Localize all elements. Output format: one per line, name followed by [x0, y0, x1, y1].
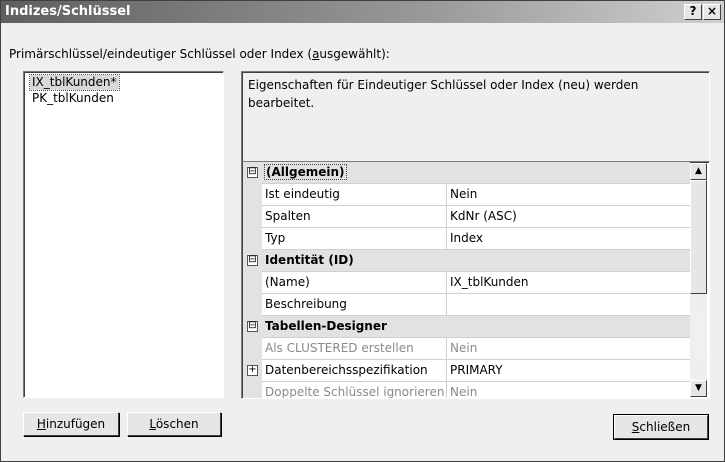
property-row-data-space[interactable]: + Datenbereichsspezifikation PRIMARY — [243, 360, 690, 382]
row-gutter — [243, 382, 262, 398]
index-list-label-pre: Primärschlüssel/eindeutiger Schlüssel od… — [9, 47, 313, 61]
property-name: Typ — [263, 228, 447, 249]
property-grid[interactable]: ⊟ (Allgemein) Ist eindeutig Nein Spalten… — [241, 161, 710, 399]
delete-button-label: öschen — [155, 417, 199, 431]
property-value[interactable] — [448, 294, 692, 315]
category-general-label: (Allgemein) — [263, 162, 683, 183]
property-row-columns[interactable]: Spalten KdNr (ASC) — [243, 206, 690, 228]
property-value[interactable]: KdNr (ASC) — [448, 206, 692, 227]
scroll-down-icon[interactable]: ▼ — [690, 380, 707, 397]
property-value[interactable]: Index — [448, 228, 692, 249]
list-item-pk-tblkunden[interactable]: PK_tblKunden — [30, 91, 116, 106]
close-button-label: chließen — [639, 420, 691, 434]
add-button-accel: H — [36, 417, 46, 431]
row-gutter — [243, 206, 262, 228]
close-window-button[interactable]: × — [703, 4, 721, 20]
property-name: Datenbereichsspezifikation — [263, 360, 447, 381]
collapse-icon[interactable]: ⊟ — [247, 167, 258, 178]
collapse-icon[interactable]: ⊟ — [247, 255, 258, 266]
property-row-name[interactable]: (Name) IX_tblKunden — [243, 272, 690, 294]
property-value[interactable]: IX_tblKunden — [448, 272, 692, 293]
index-list-label: Primärschlüssel/eindeutiger Schlüssel od… — [9, 47, 390, 61]
property-value[interactable]: PRIMARY — [448, 360, 692, 381]
add-button-label: inzufügen — [45, 417, 106, 431]
property-value[interactable]: Nein — [448, 382, 692, 398]
property-value[interactable]: Nein — [448, 338, 692, 359]
delete-button[interactable]: Löschen — [127, 412, 221, 436]
property-row-create-clustered[interactable]: Als CLUSTERED erstellen Nein — [243, 338, 690, 360]
indexes-keys-dialog: Indizes/Schlüssel ? × Primärschlüssel/ei… — [0, 0, 725, 462]
property-name: Ist eindeutig — [263, 184, 447, 205]
add-button[interactable]: Hinzufügen — [23, 412, 119, 436]
category-identity-label: Identität (ID) — [265, 253, 354, 267]
property-row-description[interactable]: Beschreibung — [243, 294, 690, 316]
help-button[interactable]: ? — [684, 4, 702, 20]
close-button[interactable]: Schließen — [613, 414, 709, 440]
property-row-is-unique[interactable]: Ist eindeutig Nein — [243, 184, 690, 206]
category-general-text: (Allgemein) — [264, 164, 347, 180]
property-row-type[interactable]: Typ Index — [243, 228, 690, 250]
collapse-icon[interactable]: ⊟ — [247, 321, 258, 332]
category-identity[interactable]: ⊟ Identität (ID) — [243, 250, 690, 272]
index-list[interactable]: IX_tblKunden* PK_tblKunden — [23, 71, 224, 398]
property-name: Doppelte Schlüssel ignorieren — [263, 382, 447, 398]
category-table-designer-label: Tabellen-Designer — [265, 319, 387, 333]
property-name: Spalten — [263, 206, 447, 227]
scroll-up-icon[interactable]: ▲ — [690, 163, 707, 180]
property-name: Als CLUSTERED erstellen — [263, 338, 447, 359]
title-bar[interactable]: Indizes/Schlüssel ? × — [1, 1, 724, 23]
property-name: Beschreibung — [263, 294, 447, 315]
category-table-designer[interactable]: ⊟ Tabellen-Designer — [243, 316, 690, 338]
row-gutter — [243, 294, 262, 316]
description-panel: Eigenschaften für Eindeutiger Schlüssel … — [241, 71, 710, 173]
property-grid-scrollbar[interactable]: ▲ ▼ — [690, 163, 707, 397]
property-value[interactable]: Nein — [448, 184, 692, 205]
row-gutter — [243, 184, 262, 206]
description-text: Eigenschaften für Eindeutiger Schlüssel … — [248, 78, 639, 110]
property-row-ignore-duplicates[interactable]: Doppelte Schlüssel ignorieren Nein — [243, 382, 692, 398]
row-gutter — [243, 338, 262, 360]
category-general[interactable]: ⊟ (Allgemein) — [243, 162, 690, 184]
property-name: (Name) — [263, 272, 447, 293]
row-gutter — [243, 272, 262, 294]
expand-icon[interactable]: + — [247, 365, 258, 376]
row-gutter — [243, 228, 262, 250]
list-item-ix-tblkunden[interactable]: IX_tblKunden* — [29, 74, 120, 91]
window-title: Indizes/Schlüssel — [5, 4, 131, 19]
scroll-thumb[interactable] — [690, 180, 707, 294]
index-list-label-post: usgewählt): — [319, 47, 390, 61]
